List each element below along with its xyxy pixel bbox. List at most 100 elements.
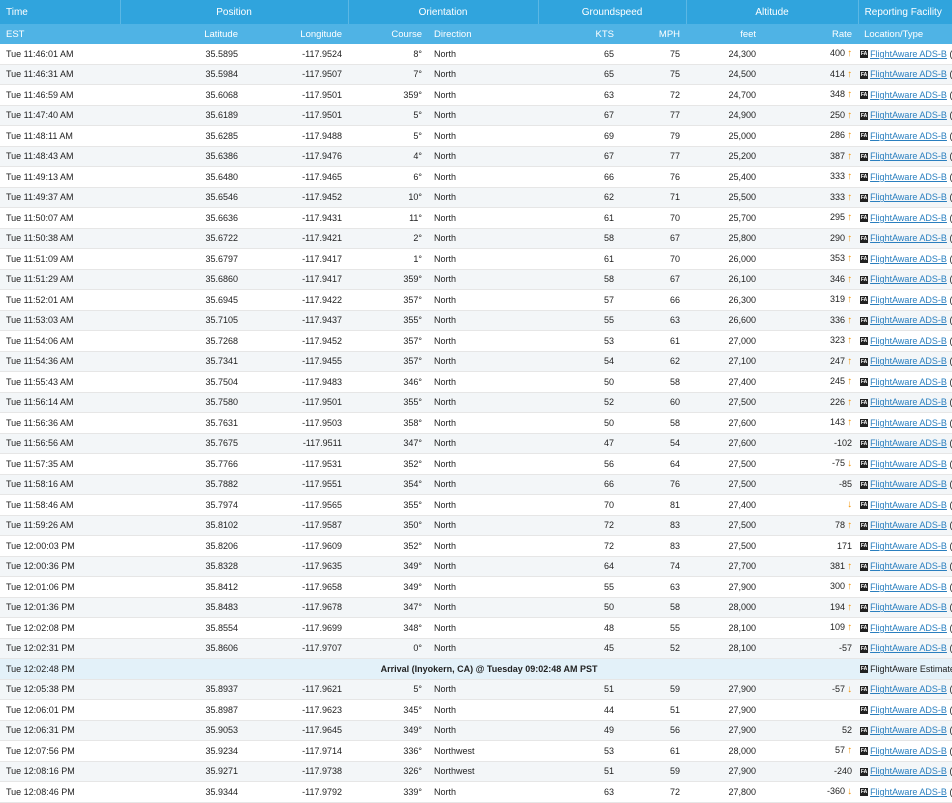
cell-rate: 400 ↑ bbox=[762, 44, 858, 64]
facility-link[interactable]: FlightAware ADS-B bbox=[870, 725, 947, 735]
facility-link[interactable]: FlightAware ADS-B bbox=[870, 561, 947, 571]
header-time: Time bbox=[0, 0, 121, 24]
cell-reporting-facility: FAFlightAware ADS-B (KMHV) bbox=[858, 597, 952, 618]
facility-link[interactable]: FlightAware ADS-B bbox=[870, 90, 947, 100]
cell-time: Tue 12:05:38 PM bbox=[6, 684, 75, 695]
flight-track-log-table: Time Position Orientation Groundspeed Al… bbox=[0, 0, 952, 803]
cell-time: Tue 12:08:46 PM bbox=[6, 786, 75, 797]
rate-value: 109 bbox=[830, 622, 846, 633]
table-row: Tue 11:58:46 AM 35.7974 -117.9565 355° North… bbox=[0, 495, 952, 515]
cell-latitude: 35.9234 bbox=[205, 745, 238, 756]
col-kts: KTS bbox=[538, 24, 621, 44]
flightaware-logo-icon: FA bbox=[860, 521, 869, 530]
facility-link[interactable]: FlightAware ADS-B bbox=[870, 582, 947, 592]
facility-link[interactable]: FlightAware ADS-B bbox=[870, 520, 947, 530]
cell-feet: 27,500 bbox=[728, 540, 757, 551]
cell-direction: North bbox=[434, 479, 457, 490]
facility-link[interactable]: FlightAware ADS-B bbox=[870, 602, 947, 612]
facility-link[interactable]: FlightAware ADS-B bbox=[870, 397, 947, 407]
cell-course: 347° bbox=[403, 438, 423, 449]
cell-latitude: 35.6722 bbox=[205, 233, 238, 244]
facility-link[interactable]: FlightAware ADS-B bbox=[870, 336, 947, 346]
flightaware-logo-icon: FA bbox=[860, 788, 869, 797]
facility-link[interactable]: FlightAware ADS-B bbox=[870, 315, 947, 325]
cell-feet: 27,700 bbox=[728, 561, 757, 572]
facility-link[interactable]: FlightAware ADS-B bbox=[870, 110, 947, 120]
facility-link[interactable]: FlightAware ADS-B bbox=[870, 438, 947, 448]
rate-value: 348 bbox=[830, 89, 846, 100]
flightaware-logo-icon: FA bbox=[860, 480, 869, 489]
cell-longitude: -117.9565 bbox=[302, 499, 343, 510]
climb-arrow-icon: ↑ bbox=[847, 273, 853, 285]
cell-time: Tue 11:59:26 AM bbox=[6, 520, 74, 531]
cell-longitude: -117.9452 bbox=[302, 192, 343, 203]
cell-rate: 414 ↑ bbox=[762, 64, 858, 85]
facility-link[interactable]: FlightAware ADS-B bbox=[870, 274, 947, 284]
climb-arrow-icon: ↑ bbox=[847, 745, 853, 757]
facility-link[interactable]: FlightAware ADS-B bbox=[870, 500, 947, 510]
flightaware-logo-icon: FA bbox=[860, 439, 869, 448]
table-row: Tue 11:58:16 AM 35.7882 -117.9551 354° North… bbox=[0, 474, 952, 495]
cell-rate: -57 ↓ bbox=[762, 679, 858, 700]
cell-direction: Northwest bbox=[434, 745, 475, 756]
cell-longitude: -117.9658 bbox=[302, 581, 343, 592]
cell-reporting-facility: FAFlightAware ADS-B (KSBA) bbox=[858, 536, 952, 557]
cell-course: 357° bbox=[403, 294, 423, 305]
cell-course: 355° bbox=[403, 315, 423, 326]
cell-reporting-facility: FAFlightAware ADS-B (KMHV) bbox=[858, 269, 952, 290]
climb-arrow-icon: ↑ bbox=[847, 109, 853, 121]
cell-direction: North bbox=[434, 540, 457, 551]
cell-kts: 63 bbox=[604, 786, 615, 797]
cell-rate: 250 ↑ bbox=[762, 105, 858, 126]
cell-reporting-facility: FAFlightAware ADS-B (KIYK) bbox=[858, 720, 952, 741]
facility-link[interactable]: FlightAware ADS-B bbox=[870, 233, 947, 243]
cell-rate: 336 ↑ bbox=[762, 310, 858, 331]
cell-latitude: 35.7105 bbox=[205, 315, 238, 326]
facility-link[interactable]: FlightAware ADS-B bbox=[870, 684, 947, 694]
cell-latitude: 35.8606 bbox=[205, 643, 238, 654]
cell-kts: 51 bbox=[604, 684, 615, 695]
cell-kts: 67 bbox=[604, 110, 615, 121]
cell-rate: 57 ↑ bbox=[762, 741, 858, 762]
facility-link[interactable]: FlightAware ADS-B bbox=[870, 479, 947, 489]
cell-course: 5° bbox=[413, 684, 423, 695]
cell-longitude: -117.9678 bbox=[302, 602, 343, 613]
facility-link[interactable]: FlightAware ADS-B bbox=[870, 192, 947, 202]
facility-link[interactable]: FlightAware ADS-B bbox=[870, 131, 947, 141]
cell-course: 352° bbox=[403, 540, 423, 551]
facility-link[interactable]: FlightAware ADS-B bbox=[870, 151, 947, 161]
facility-link[interactable]: FlightAware ADS-B bbox=[870, 418, 947, 428]
cell-longitude: -117.9524 bbox=[302, 48, 343, 59]
cell-longitude: -117.9417 bbox=[302, 253, 343, 264]
facility-link[interactable]: FlightAware ADS-B bbox=[870, 172, 947, 182]
cell-rate: 286 ↑ bbox=[762, 126, 858, 147]
climb-arrow-icon: ↑ bbox=[847, 68, 853, 80]
facility-link[interactable]: FlightAware ADS-B bbox=[870, 295, 947, 305]
flightaware-logo-icon: FA bbox=[860, 542, 869, 551]
facility-link[interactable]: FlightAware ADS-B bbox=[870, 213, 947, 223]
facility-link[interactable]: FlightAware ADS-B bbox=[870, 643, 947, 653]
facility-link[interactable]: FlightAware ADS-B bbox=[870, 69, 947, 79]
facility-link[interactable]: FlightAware ADS-B bbox=[870, 705, 947, 715]
facility-link[interactable]: FlightAware ADS-B bbox=[870, 541, 947, 551]
climb-arrow-icon: ↑ bbox=[847, 89, 853, 101]
cell-reporting-facility: FAFlightAware ADS-B (KMHV) bbox=[858, 372, 952, 393]
facility-link[interactable]: FlightAware ADS-B bbox=[870, 49, 947, 59]
rate-value: -57 bbox=[832, 683, 846, 694]
cell-mph: 77 bbox=[670, 110, 681, 121]
facility-link[interactable]: FlightAware ADS-B bbox=[870, 356, 947, 366]
facility-link[interactable]: FlightAware ADS-B bbox=[870, 787, 947, 797]
cell-direction: North bbox=[434, 684, 457, 695]
facility-link[interactable]: FlightAware ADS-B bbox=[870, 623, 947, 633]
cell-course: 7° bbox=[413, 69, 423, 80]
descent-arrow-icon: ↓ bbox=[847, 786, 853, 798]
cell-mph: 66 bbox=[670, 294, 681, 305]
facility-link[interactable]: FlightAware ADS-B bbox=[870, 746, 947, 756]
cell-kts: 53 bbox=[604, 745, 615, 756]
cell-kts: 53 bbox=[604, 335, 615, 346]
facility-link[interactable]: FlightAware ADS-B bbox=[870, 459, 947, 469]
facility-link[interactable]: FlightAware ADS-B bbox=[870, 377, 947, 387]
facility-link[interactable]: FlightAware ADS-B bbox=[870, 254, 947, 264]
cell-reporting-facility: FAFlightAware ADS-B (KIYK) bbox=[858, 64, 952, 85]
cell-kts: 67 bbox=[604, 151, 615, 162]
